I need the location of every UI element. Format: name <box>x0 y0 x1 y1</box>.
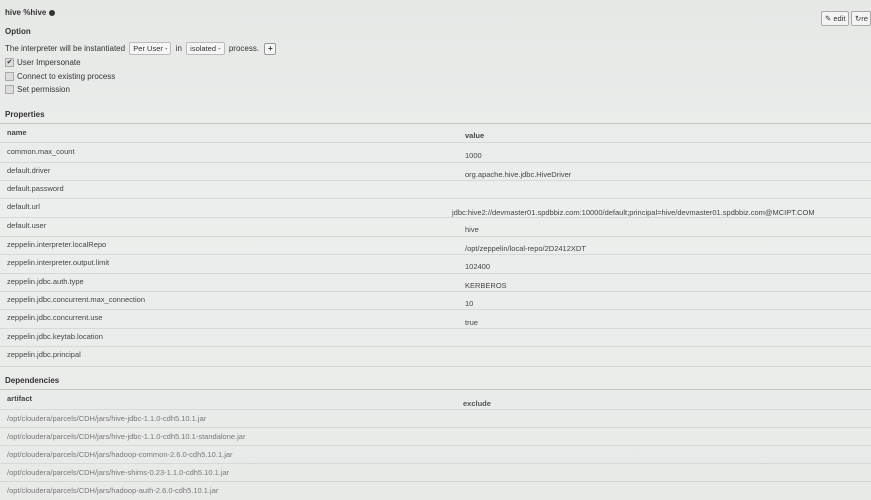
property-value[interactable]: 10 <box>465 299 473 308</box>
property-name: zeppelin.jdbc.concurrent.use <box>7 313 103 322</box>
property-name: zeppelin.interpreter.localRepo <box>7 240 107 249</box>
row-divider <box>0 217 871 218</box>
row-divider <box>0 236 871 237</box>
option-heading: Option <box>5 27 31 36</box>
dependencies-divider <box>0 389 871 390</box>
properties-col-name: name <box>7 128 27 137</box>
dependency-artifact[interactable]: /opt/cloudera/parcels/CDH/jars/hive-jdbc… <box>7 414 206 423</box>
property-value[interactable]: org.apache.hive.jdbc.HiveDriver <box>465 170 571 179</box>
instantiation-prefix: The interpreter will be instantiated <box>5 44 126 53</box>
property-value[interactable]: true <box>465 318 478 327</box>
property-value[interactable]: 102400 <box>465 262 490 271</box>
checkbox-label: Connect to existing process <box>17 72 116 81</box>
edit-label: edit <box>833 14 846 23</box>
row-divider <box>0 309 871 310</box>
dependencies-col-exclude: exclude <box>463 399 491 408</box>
properties-divider <box>0 123 871 124</box>
row-divider <box>0 142 871 143</box>
edit-button[interactable]: ✎ edit <box>821 11 850 26</box>
property-name: default.user <box>7 221 47 230</box>
check-icon[interactable]: ✔ <box>5 58 14 68</box>
property-name: zeppelin.jdbc.concurrent.max_connection <box>7 295 145 304</box>
row-divider <box>0 427 871 428</box>
row-divider <box>0 409 871 410</box>
interpreter-name: hive %hive <box>5 8 47 17</box>
pencil-icon: ✎ <box>825 14 832 23</box>
in-word: in <box>175 44 182 53</box>
dependencies-heading: Dependencies <box>5 376 60 385</box>
checkbox-label: Set permission <box>17 85 70 94</box>
dependency-artifact[interactable]: /opt/cloudera/parcels/CDH/jars/hive-jdbc… <box>7 432 245 441</box>
row-divider <box>0 481 871 482</box>
row-divider <box>0 445 871 446</box>
property-value[interactable]: hive <box>465 225 479 234</box>
dependency-artifact[interactable]: /opt/cloudera/parcels/CDH/jars/hadoop-au… <box>7 486 218 495</box>
checkbox-user-impersonate[interactable]: ✔ User Impersonate <box>5 58 81 68</box>
checkbox-connect-existing[interactable]: Connect to existing process <box>5 72 116 82</box>
row-divider <box>0 346 871 347</box>
instantiation-mode-select[interactable]: Per User - <box>129 42 172 55</box>
restart-label: re <box>861 14 868 23</box>
dependency-artifact[interactable]: /opt/cloudera/parcels/CDH/jars/hadoop-co… <box>7 450 233 459</box>
checkbox-set-permission[interactable]: Set permission <box>5 85 70 95</box>
row-divider <box>0 254 871 255</box>
process-word: process. <box>228 44 260 53</box>
property-value[interactable]: 1000 <box>465 151 482 160</box>
row-divider <box>0 291 871 292</box>
property-value[interactable]: /opt/zeppelin/local-repo/2D2412XDT <box>465 244 586 253</box>
property-value[interactable]: jdbc:hive2://devmaster01.spdbbiz.com:100… <box>452 208 815 217</box>
checkbox-box[interactable] <box>5 72 14 82</box>
properties-col-value: value <box>465 131 485 140</box>
property-value[interactable]: KERBEROS <box>465 281 507 290</box>
property-name: zeppelin.jdbc.auth.type <box>7 277 84 286</box>
instantiation-sentence: The interpreter will be instantiated Per… <box>5 42 277 55</box>
row-divider <box>0 198 871 199</box>
properties-heading: Properties <box>5 110 45 119</box>
property-name: zeppelin.jdbc.principal <box>7 350 81 359</box>
property-name: zeppelin.jdbc.keytab.location <box>7 332 103 341</box>
property-name: default.driver <box>7 166 51 175</box>
row-divider <box>0 162 871 163</box>
restart-button[interactable]: ↻re <box>851 11 871 26</box>
dependencies-col-artifact: artifact <box>7 394 33 403</box>
process-mode-select[interactable]: isolated - <box>186 42 225 55</box>
row-divider <box>0 180 871 181</box>
add-option-button[interactable]: + <box>264 43 277 55</box>
row-divider <box>0 273 871 274</box>
property-name: zeppelin.interpreter.output.limit <box>7 258 110 267</box>
property-name: default.url <box>7 202 40 211</box>
row-divider <box>0 366 871 367</box>
row-divider <box>0 463 871 464</box>
checkbox-box[interactable] <box>5 85 14 95</box>
property-name: common.max_count <box>7 147 75 156</box>
dependency-artifact[interactable]: /opt/cloudera/parcels/CDH/jars/hive-shim… <box>7 468 229 477</box>
property-name: default.password <box>7 184 64 193</box>
row-divider <box>0 328 871 329</box>
interpreter-title: hive %hive <box>5 8 56 17</box>
status-dot-icon <box>49 9 56 16</box>
checkbox-label: User Impersonate <box>17 58 81 67</box>
